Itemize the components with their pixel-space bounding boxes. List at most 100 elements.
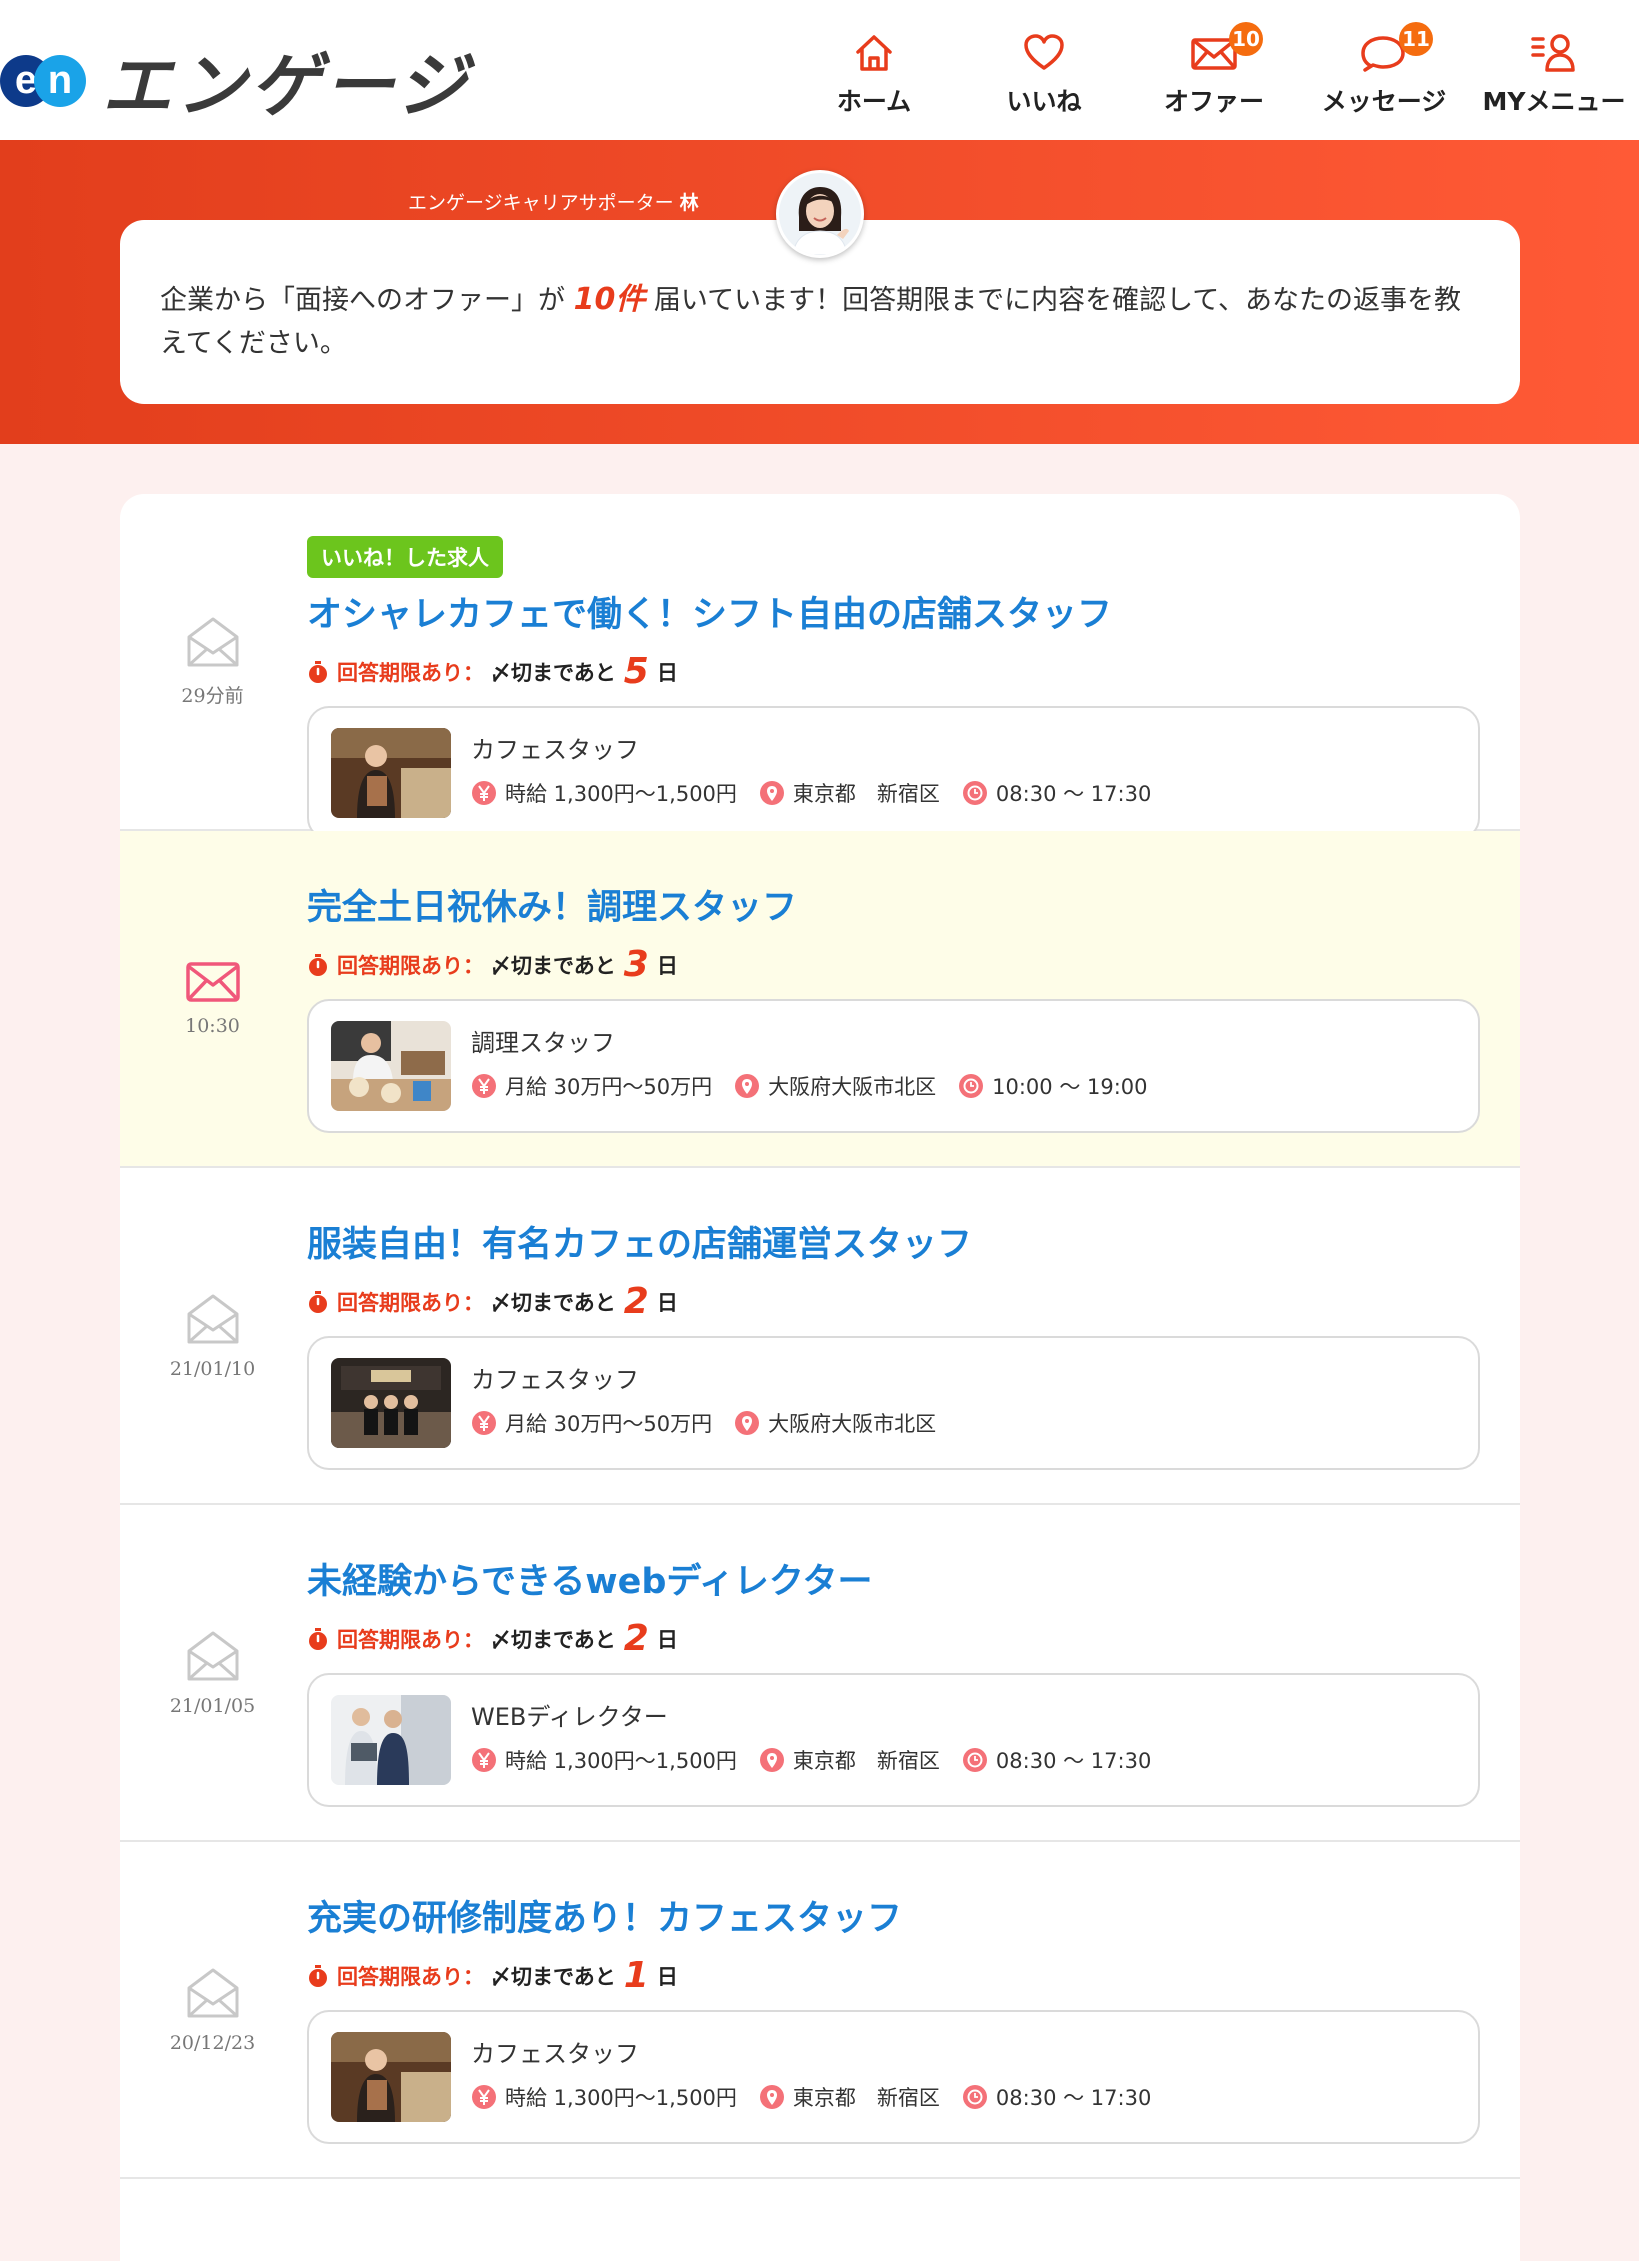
location-pin-icon [759,781,784,805]
hours-text: 08:30 〜 17:30 [995,1749,1152,1773]
salary: 時給 1,300円〜1,500円 [471,2082,737,2112]
supporter-person-name: 林 [679,192,699,214]
offer-item[interactable]: 29分前 いいね！した求人 オシャレカフェで働く！シフト自由の店舗スタッフ 回答… [120,494,1520,840]
offer-item[interactable]: 21/01/10 服装自由！有名カフェの店舗運営スタッフ 回答期限あり： 〆切ま… [120,1168,1520,1505]
nav-my-menu[interactable]: MYメニュー [1469,26,1639,126]
offer-title[interactable]: 完全土日祝休み！調理スタッフ [307,879,1480,930]
location-pin-icon [759,2085,784,2109]
deadline-days: 2 [623,1281,649,1322]
read-mail-icon [187,1968,238,2017]
offer-list: 29分前 いいね！した求人 オシャレカフェで働く！シフト自由の店舗スタッフ 回答… [120,494,1520,2261]
salary-text: 月給 30万円〜50万円 [505,1075,713,1099]
offer-title[interactable]: 充実の研修制度あり！カフェスタッフ [307,1890,1480,1941]
offer-item[interactable]: 10:30 完全土日祝休み！調理スタッフ 回答期限あり： 〆切まであと 3 日 … [120,831,1520,1168]
offer-status: 21/01/05 [120,1505,305,1840]
deadline-rest: 〆切まであと [490,1290,616,1315]
supporter-name: エンゲージキャリアサポーター 林 [408,188,699,215]
offer-received-time: 29分前 [181,685,244,707]
deadline-unit: 日 [656,660,678,685]
location-text: 大阪府大阪市北区 [768,1075,937,1099]
nav-home-label: ホーム [836,87,912,116]
timer-icon [309,1964,327,1987]
supporter-banner: エンゲージキャリアサポーター 林 企業から「面接へのオファー」が 10件 届いて… [0,140,1639,444]
salary-text: 月給 30万円〜50万円 [505,1412,713,1436]
timer-icon [309,953,327,976]
job-meta: 時給 1,300円〜1,500円 東京都 新宿区 08:30 〜 17:30 [471,778,1173,808]
yen-icon [472,1411,496,1435]
location-text: 東京都 新宿区 [792,1749,940,1773]
job-card[interactable]: カフェスタッフ 月給 30万円〜50万円 大阪府大阪市北区 [307,1336,1480,1470]
offer-status: 10:30 [120,831,305,1166]
location: 東京都 新宿区 [759,778,940,808]
offer-status: 29分前 [120,494,305,829]
job-thumbnail [331,2032,451,2122]
job-meta: 時給 1,300円〜1,500円 東京都 新宿区 08:30 〜 17:30 [471,2082,1173,2112]
job-card[interactable]: カフェスタッフ 時給 1,300円〜1,500円 東京都 新宿区 08:30 〜… [307,706,1480,840]
offer-deadline: 回答期限あり： 〆切まであと 2 日 [307,1618,1480,1659]
heart-icon [1024,34,1064,70]
offer-title[interactable]: 服装自由！有名カフェの店舗運営スタッフ [307,1216,1480,1267]
deadline-unit: 日 [656,1290,678,1315]
offer-count-badge: 10 [1229,22,1263,56]
nav-like[interactable]: いいね [959,26,1129,126]
offer-received-time: 21/01/05 [169,1694,256,1717]
read-mail-icon [187,1631,238,1680]
nav-message[interactable]: 11 メッセージ [1299,22,1469,126]
yen-icon [472,1748,496,1772]
nav-home[interactable]: ホーム [789,26,959,126]
deadline-label: 回答期限あり： [337,1627,484,1652]
user-menu-icon [1531,34,1575,72]
job-name: カフェスタッフ [471,2040,639,2068]
nav-offer[interactable]: 10 オファー [1129,22,1299,126]
read-mail-icon [187,617,238,667]
job-meta: 月給 30万円〜50万円 大阪府大阪市北区 10:00 〜 19:00 [471,1071,1170,1101]
work-hours: 08:30 〜 17:30 [962,2082,1151,2112]
engage-logo[interactable]: e n エンゲージ [0,30,471,131]
job-thumbnail [331,1695,451,1785]
salary: 時給 1,300円〜1,500円 [471,1745,737,1775]
job-card[interactable]: WEBディレクター 時給 1,300円〜1,500円 東京都 新宿区 08:30… [307,1673,1480,1807]
hours-text: 08:30 〜 17:30 [995,782,1152,806]
job-card[interactable]: 調理スタッフ 月給 30万円〜50万円 大阪府大阪市北区 10:00 〜 19:… [307,999,1480,1133]
offer-item[interactable]: 21/01/05 未経験からできるwebディレクター 回答期限あり： 〆切まであ… [120,1505,1520,1842]
location-text: 東京都 新宿区 [792,2086,940,2110]
work-hours: 08:30 〜 17:30 [962,778,1151,808]
offer-body: 服装自由！有名カフェの店舗運営スタッフ 回答期限あり： 〆切まであと 2 日 カ… [307,1168,1480,1470]
location-pin-icon [759,1748,784,1772]
offer-status: 20/12/23 [120,1842,305,2177]
nav-message-label: メッセージ [1321,87,1447,116]
salary: 月給 30万円〜50万円 [471,1408,712,1438]
deadline-label: 回答期限あり： [337,660,484,685]
location: 東京都 新宿区 [759,2082,940,2112]
message-count-badge: 11 [1399,22,1433,56]
job-card[interactable]: カフェスタッフ 時給 1,300円〜1,500円 東京都 新宿区 08:30 〜… [307,2010,1480,2144]
offer-received-time: 21/01/10 [169,1357,256,1380]
deadline-rest: 〆切まであと [490,1964,616,1989]
timer-icon [309,1290,327,1313]
hours-text: 08:30 〜 17:30 [995,2086,1152,2110]
app-header: e n エンゲージ ホーム いいね 10 オファー 11 メッセージ MYメニュ… [0,0,1639,140]
clock-icon [962,2085,987,2109]
deadline-label: 回答期限あり： [337,1290,484,1315]
work-hours: 10:00 〜 19:00 [958,1071,1148,1101]
offer-body: 充実の研修制度あり！カフェスタッフ 回答期限あり： 〆切まであと 1 日 カフェ… [307,1842,1480,2144]
offer-title[interactable]: 未経験からできるwebディレクター [307,1553,1480,1604]
read-mail-icon [187,1294,238,1343]
job-name: カフェスタッフ [471,736,639,764]
offer-count-text: 10件 [573,282,646,317]
location-pin-icon [735,1074,760,1098]
offer-body: 未経験からできるwebディレクター 回答期限あり： 〆切まであと 2 日 WEB… [307,1505,1480,1807]
job-thumbnail [331,728,451,818]
en-logo-mark: e n [0,53,88,109]
offer-item[interactable]: 20/12/23 充実の研修制度あり！カフェスタッフ 回答期限あり： 〆切まであ… [120,1842,1520,2179]
logo-mark-n: n [34,54,86,107]
location: 大阪府大阪市北区 [734,1071,936,1101]
clock-icon [962,1748,987,1772]
offer-received-time: 20/12/23 [169,2031,256,2054]
deadline-label: 回答期限あり： [337,1964,484,1989]
offer-title[interactable]: オシャレカフェで働く！シフト自由の店舗スタッフ [307,586,1480,637]
logo-text: エンゲージ [102,45,471,127]
salary-text: 時給 1,300円〜1,500円 [505,2086,737,2110]
clock-icon [962,781,987,805]
yen-icon [472,781,496,805]
